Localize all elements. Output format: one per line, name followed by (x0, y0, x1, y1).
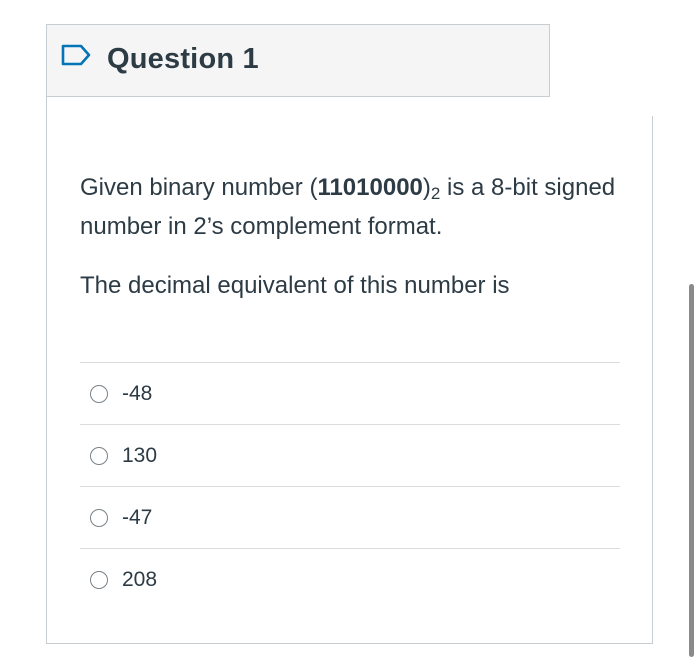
radio-button[interactable] (90, 508, 108, 527)
radio-button[interactable] (90, 570, 108, 589)
answer-option[interactable]: -47 (80, 486, 620, 548)
answer-label[interactable]: -48 (122, 382, 152, 406)
answer-option[interactable]: -48 (80, 362, 620, 424)
answer-list: -48 130 -47 208 (80, 362, 620, 610)
answer-label[interactable]: 208 (122, 568, 157, 592)
answer-label[interactable]: -47 (122, 506, 152, 530)
radio-button[interactable] (90, 446, 108, 465)
answer-option[interactable]: 130 (80, 424, 620, 486)
flag-icon[interactable] (61, 44, 91, 66)
binary-value: 11010000 (317, 174, 423, 201)
quiz-page: Question 1 Given binary number (11010000… (0, 0, 700, 657)
scrollbar[interactable] (689, 284, 694, 657)
question-title: Question 1 (107, 43, 259, 75)
answer-option[interactable]: 208 (80, 548, 620, 610)
answer-label[interactable]: 130 (122, 444, 157, 468)
card-right-border (652, 116, 653, 644)
base-subscript: 2 (430, 184, 441, 203)
question-prompt-line2: The decimal equivalent of this number is (80, 272, 510, 299)
question-text: Given binary number (11010000)2 is a 8-b… (80, 168, 620, 305)
question-header: Question 1 (46, 24, 550, 97)
radio-button[interactable] (90, 384, 108, 403)
question-prompt: Given binary number (11010000)2 is a 8-b… (80, 174, 616, 240)
